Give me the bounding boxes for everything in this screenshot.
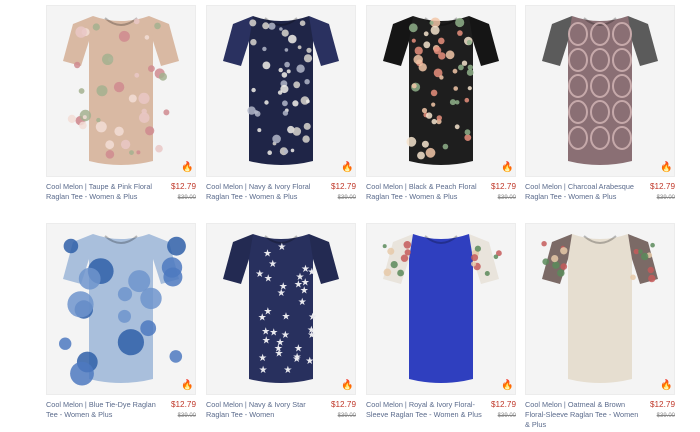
product-price: $12.79 [170, 182, 196, 191]
product-image [63, 16, 179, 165]
svg-text:★: ★ [268, 259, 277, 270]
product-title[interactable]: Cool Melon | Navy & Ivory Floral Raglan … [206, 182, 324, 202]
shirt-body [409, 234, 473, 383]
shirt-sleeve-left [383, 16, 413, 66]
product-price: $12.79 [490, 182, 516, 191]
product-image-frame[interactable]: 🔥 [366, 5, 516, 177]
shirt-body [568, 234, 632, 383]
original-price: $39.00 [337, 195, 356, 201]
product-image [542, 16, 658, 165]
flame-icon: 🔥 [341, 380, 354, 391]
product-image [382, 234, 502, 383]
svg-text:★: ★ [258, 353, 267, 364]
product-image [59, 234, 186, 386]
svg-text:★: ★ [263, 306, 272, 317]
original-price: $39.00 [177, 195, 196, 201]
product-image: ★★★★★★★★★★★★★★★★ ★ ★★★★★ ★★★★★★★★★★★★ [223, 234, 339, 383]
original-price: $39.00 [656, 413, 675, 419]
product-title[interactable]: Cool Melon | Oatmeal & Brown Floral-Slee… [525, 400, 643, 430]
flame-icon: 🔥 [181, 162, 194, 173]
shirt-sleeve-right [309, 16, 339, 66]
product-price: $12.79 [330, 400, 356, 409]
svg-text:★: ★ [264, 273, 273, 284]
flame-icon: 🔥 [181, 380, 194, 391]
svg-text:★: ★ [261, 327, 270, 338]
original-price: $39.00 [177, 413, 196, 419]
product-image-frame[interactable]: 🔥 [46, 223, 196, 395]
svg-text:★: ★ [293, 352, 302, 363]
flame-icon: 🔥 [341, 162, 354, 173]
shirt-sleeve-left [542, 16, 572, 66]
svg-text:★: ★ [274, 344, 283, 355]
product-price: $12.79 [649, 400, 675, 409]
product-price: $12.79 [170, 400, 196, 409]
product-price: $12.79 [649, 182, 675, 191]
shirt-body [568, 16, 632, 165]
product-grid: 🔥 Cool Melon | Taupe & Pink Floral Raglan… [0, 0, 700, 432]
flame-icon: 🔥 [660, 380, 673, 391]
product-image-frame[interactable]: 🔥 [46, 5, 196, 177]
original-price: $39.00 [497, 413, 516, 419]
product-image-frame[interactable]: 🔥 [525, 223, 675, 395]
svg-text:★: ★ [259, 365, 268, 376]
svg-text:★: ★ [307, 267, 316, 278]
product-title[interactable]: Cool Melon | Black & Peach Floral Raglan… [366, 182, 484, 202]
product-title[interactable]: Cool Melon | Royal & Ivory Floral-Sleeve… [366, 400, 484, 420]
svg-text:★: ★ [307, 325, 316, 336]
svg-text:★: ★ [294, 279, 303, 290]
product-price: $12.79 [490, 400, 516, 409]
product-title[interactable]: Cool Melon | Charcoal Arabesque Raglan T… [525, 182, 643, 202]
shirt-sleeve-left [63, 16, 93, 66]
product-image [223, 16, 339, 165]
svg-text:★: ★ [308, 312, 317, 323]
svg-text:★: ★ [277, 242, 286, 253]
flame-icon: 🔥 [660, 162, 673, 173]
shirt-sleeve-left [223, 234, 253, 284]
product-image-frame[interactable]: ★ ★ ★ ★ ★ ★ ★ ★ ★ ★ ★ ★ ★ ★ ★ ★ ★ ★ ★ ★ ★ ★ ★ ★ ★ ★ ★ ★ ★ ★ ★ ★ ★ ★ 🔥 [206, 223, 356, 395]
product-image-frame[interactable]: 🔥 [366, 223, 516, 395]
original-price: $39.00 [656, 195, 675, 201]
product-image-frame[interactable]: 🔥 [525, 5, 675, 177]
original-price: $39.00 [497, 195, 516, 201]
shirt-sleeve-left [223, 16, 253, 66]
svg-text:★: ★ [305, 356, 314, 367]
original-price: $39.00 [337, 413, 356, 419]
product-image-frame[interactable]: 🔥 [206, 5, 356, 177]
shirt-body [89, 234, 153, 383]
svg-text:★: ★ [279, 281, 288, 292]
product-title[interactable]: Cool Melon | Blue Tie-Dye Raglan Tee - W… [46, 400, 164, 420]
product-price: $12.79 [330, 182, 356, 191]
shirt-sleeve-right [469, 16, 499, 66]
product-image [383, 16, 499, 165]
flame-icon: 🔥 [501, 380, 514, 391]
svg-text:★: ★ [283, 365, 292, 376]
product-image [541, 234, 658, 383]
svg-text:★: ★ [263, 249, 272, 260]
flame-icon: 🔥 [501, 162, 514, 173]
shirt-sleeve-right [149, 16, 179, 66]
svg-text:★: ★ [282, 312, 291, 323]
product-title[interactable]: Cool Melon | Taupe & Pink Floral Raglan … [46, 182, 164, 202]
product-title[interactable]: Cool Melon | Navy & Ivory Star Raglan Te… [206, 400, 324, 420]
svg-text:★: ★ [298, 297, 307, 308]
shirt-sleeve-right [628, 16, 658, 66]
